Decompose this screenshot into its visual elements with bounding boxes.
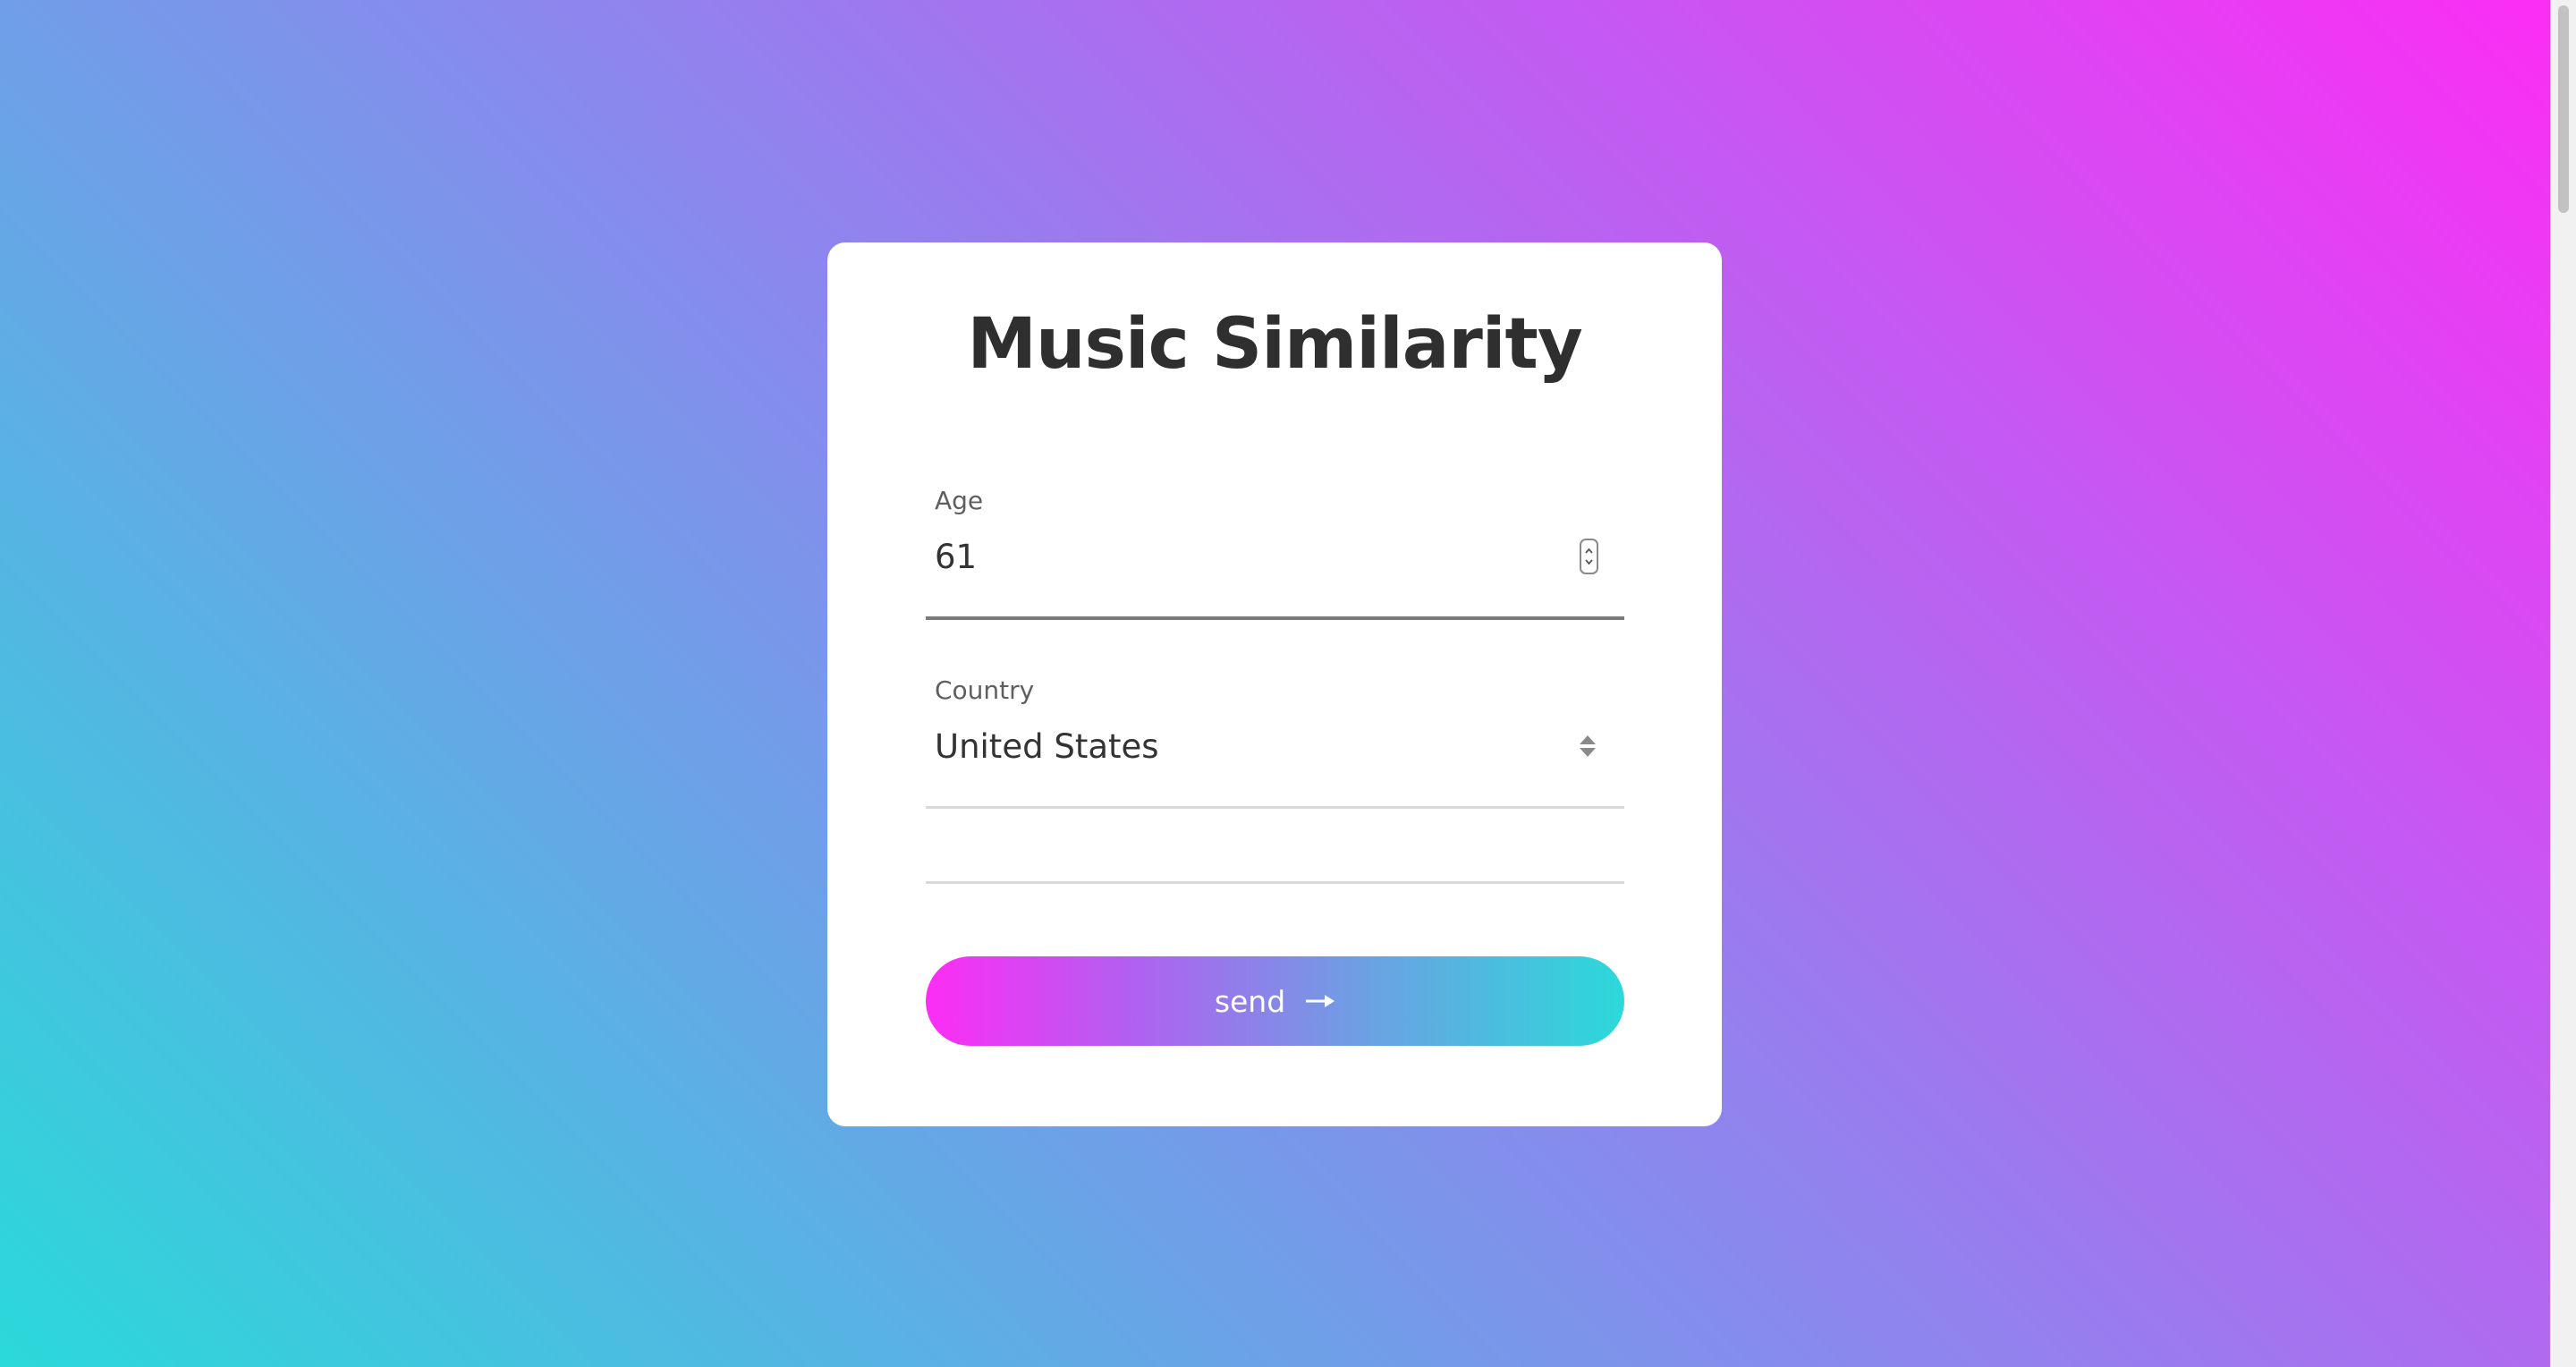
age-field[interactable]: Age 61 xyxy=(926,483,1624,620)
age-underline xyxy=(926,616,1624,620)
scrollbar[interactable] xyxy=(2550,0,2576,1367)
age-label: Age xyxy=(935,486,984,515)
country-field[interactable]: Country United States xyxy=(926,673,1624,809)
country-select[interactable]: United States xyxy=(935,725,1159,769)
select-arrows-icon[interactable] xyxy=(1578,734,1597,759)
number-stepper-icon[interactable] xyxy=(1580,539,1598,574)
scrollbar-thumb[interactable] xyxy=(2558,5,2569,213)
empty-field-underline xyxy=(926,881,1624,884)
send-label: send xyxy=(1214,983,1286,1019)
arrow-right-icon xyxy=(1306,995,1335,1007)
country-label: Country xyxy=(935,675,1035,705)
page-background: Music Similarity Age 61 Country United S… xyxy=(0,0,2576,1367)
page-title: Music Similarity xyxy=(967,304,1582,385)
empty-field[interactable] xyxy=(926,809,1624,884)
age-input[interactable]: 61 xyxy=(935,535,977,580)
send-button[interactable]: send xyxy=(926,956,1624,1046)
